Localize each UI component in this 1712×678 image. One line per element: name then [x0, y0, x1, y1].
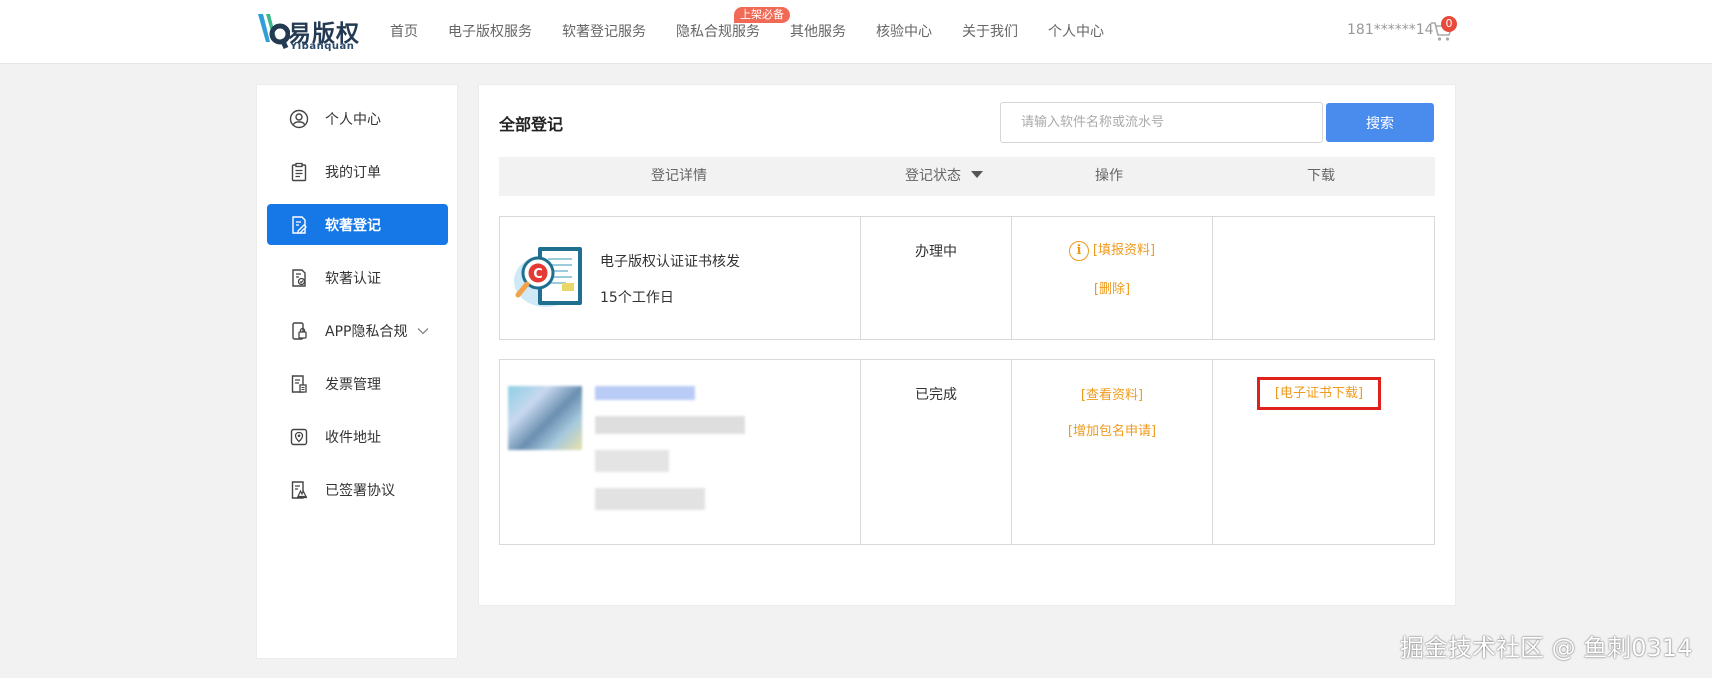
sidebar-item-software-registration[interactable]: 软著登记: [267, 204, 448, 245]
redacted-text: [595, 488, 705, 510]
nav-label: 核验中心: [876, 24, 932, 40]
sidebar-item-label: 我的订单: [325, 164, 381, 181]
logo-subtext: Yibanquan: [290, 41, 355, 52]
sidebar-item-address[interactable]: 收件地址: [267, 416, 448, 457]
delete-link[interactable]: [删除]: [1012, 278, 1212, 297]
nav-label: 个人中心: [1048, 24, 1104, 40]
nav-privacy-compliance[interactable]: 隐私合规服务 上架必备: [676, 0, 790, 64]
status-text: 办理中: [915, 244, 957, 260]
table-row: 已完成 [查看资料] [增加包名申请] [电子证书下载]: [499, 359, 1435, 545]
registration-details-cell: [500, 360, 861, 544]
actions-cell: i [填报资料] [删除]: [1012, 217, 1213, 339]
product-duration: 15个工作日: [600, 290, 674, 306]
document-edit-icon: [287, 213, 311, 237]
registration-details-cell: C 电子版权认证证书核发 15个工作日: [500, 217, 861, 339]
agreement-icon: [287, 478, 311, 502]
nav-home[interactable]: 首页: [390, 0, 418, 64]
location-icon: [287, 425, 311, 449]
column-header-download: 下载: [1307, 168, 1335, 184]
info-icon: i: [1068, 240, 1089, 261]
page-title: 全部登记: [499, 115, 564, 134]
sidebar-item-app-privacy[interactable]: APP隐私合规: [267, 310, 448, 351]
nav-label: 软著登记服务: [562, 24, 646, 40]
sidebar-item-agreements[interactable]: 已签署协议: [267, 469, 448, 510]
redacted-text: [595, 386, 695, 400]
sidebar-item-personal-center[interactable]: 个人中心: [267, 98, 448, 139]
nav-label: 关于我们: [962, 24, 1018, 40]
download-cell: [1213, 217, 1434, 339]
clipboard-icon: [287, 160, 311, 184]
view-info-link[interactable]: [查看资料]: [1012, 384, 1212, 403]
registration-status-cell: 已完成: [861, 360, 1012, 544]
nav-label: 其他服务: [790, 24, 846, 40]
top-header: 易版权 Yibanquan 首页 电子版权服务 软著登记服务 隐私合规服务 上架…: [0, 0, 1712, 64]
product-name: 电子版权认证证书核发: [600, 254, 740, 270]
nav-label: 隐私合规服务: [676, 24, 760, 40]
search-button[interactable]: 搜索: [1326, 103, 1434, 142]
logo-mark-icon: [258, 14, 290, 50]
main-nav: 首页 电子版权服务 软著登记服务 隐私合规服务 上架必备 其他服务 核验中心 关…: [390, 0, 1134, 64]
sidebar-item-label: 收件地址: [325, 429, 381, 446]
product-thumbnail: [508, 386, 582, 450]
status-text: 已完成: [915, 387, 957, 403]
sidebar: 个人中心 我的订单 软著登记 软著认证 APP隐私合规 发票管理 收件地址 已签…: [256, 84, 458, 659]
sidebar-item-orders[interactable]: 我的订单: [267, 151, 448, 192]
fill-info-link[interactable]: i [填报资料]: [1012, 239, 1212, 261]
caret-down-icon[interactable]: [971, 171, 983, 178]
add-package-name-link[interactable]: [增加包名申请]: [1012, 420, 1212, 439]
nav-about[interactable]: 关于我们: [962, 0, 1018, 64]
nav-other-services[interactable]: 其他服务: [790, 0, 846, 64]
nav-e-copyright[interactable]: 电子版权服务: [448, 0, 532, 64]
user-phone[interactable]: 181******14: [1347, 22, 1434, 38]
certificate-illustration-icon: C: [514, 247, 582, 307]
app-lock-icon: [287, 319, 311, 343]
nav-badge: 上架必备: [734, 7, 790, 23]
sidebar-item-label: 软著登记: [325, 217, 381, 234]
sidebar-item-label: APP隐私合规: [325, 323, 408, 340]
cart-count-badge: 0: [1441, 16, 1457, 32]
search-input[interactable]: [1000, 102, 1323, 143]
column-header-label: 登记状态: [905, 168, 961, 184]
nav-verification[interactable]: 核验中心: [876, 0, 932, 64]
sidebar-item-label: 已签署协议: [325, 482, 395, 499]
nav-label: 首页: [390, 24, 418, 40]
chevron-down-icon: [417, 323, 429, 339]
table-header: 登记详情 登记状态 操作 下载: [499, 157, 1435, 196]
svg-text:C: C: [533, 267, 543, 282]
sidebar-item-label: 软著认证: [325, 270, 381, 287]
registration-status-cell: 办理中: [861, 217, 1012, 339]
redacted-text: [595, 416, 745, 434]
action-label: [填报资料]: [1092, 243, 1156, 258]
sidebar-item-invoices[interactable]: 发票管理: [267, 363, 448, 404]
invoice-icon: [287, 372, 311, 396]
column-header-details: 登记详情: [651, 168, 707, 184]
registration-panel: 全部登记 搜索 登记详情 登记状态 操作 下载 C 电子版权认证证书核发 15个…: [478, 84, 1456, 606]
download-cell: [电子证书下载]: [1213, 360, 1434, 544]
nav-software-registration[interactable]: 软著登记服务: [562, 0, 646, 64]
sidebar-item-label: 发票管理: [325, 376, 381, 393]
sidebar-item-label: 个人中心: [325, 111, 381, 128]
nav-label: 电子版权服务: [448, 24, 532, 40]
user-circle-icon: [287, 107, 311, 131]
column-header-status[interactable]: 登记状态: [905, 157, 983, 196]
table-row: C 电子版权认证证书核发 15个工作日 办理中 i [填报资料] [删除]: [499, 216, 1435, 340]
site-logo[interactable]: 易版权 Yibanquan: [256, 10, 366, 54]
sidebar-item-software-certification[interactable]: 软著认证: [267, 257, 448, 298]
watermark: 掘金技术社区 @ 鱼刺0314: [1400, 634, 1693, 662]
certificate-download-link[interactable]: [电子证书下载]: [1257, 377, 1381, 410]
actions-cell: [查看资料] [增加包名申请]: [1012, 360, 1213, 544]
nav-personal-center[interactable]: 个人中心: [1048, 0, 1104, 64]
column-header-actions: 操作: [1095, 168, 1123, 184]
certificate-icon: [287, 266, 311, 290]
redacted-text: [595, 450, 669, 472]
